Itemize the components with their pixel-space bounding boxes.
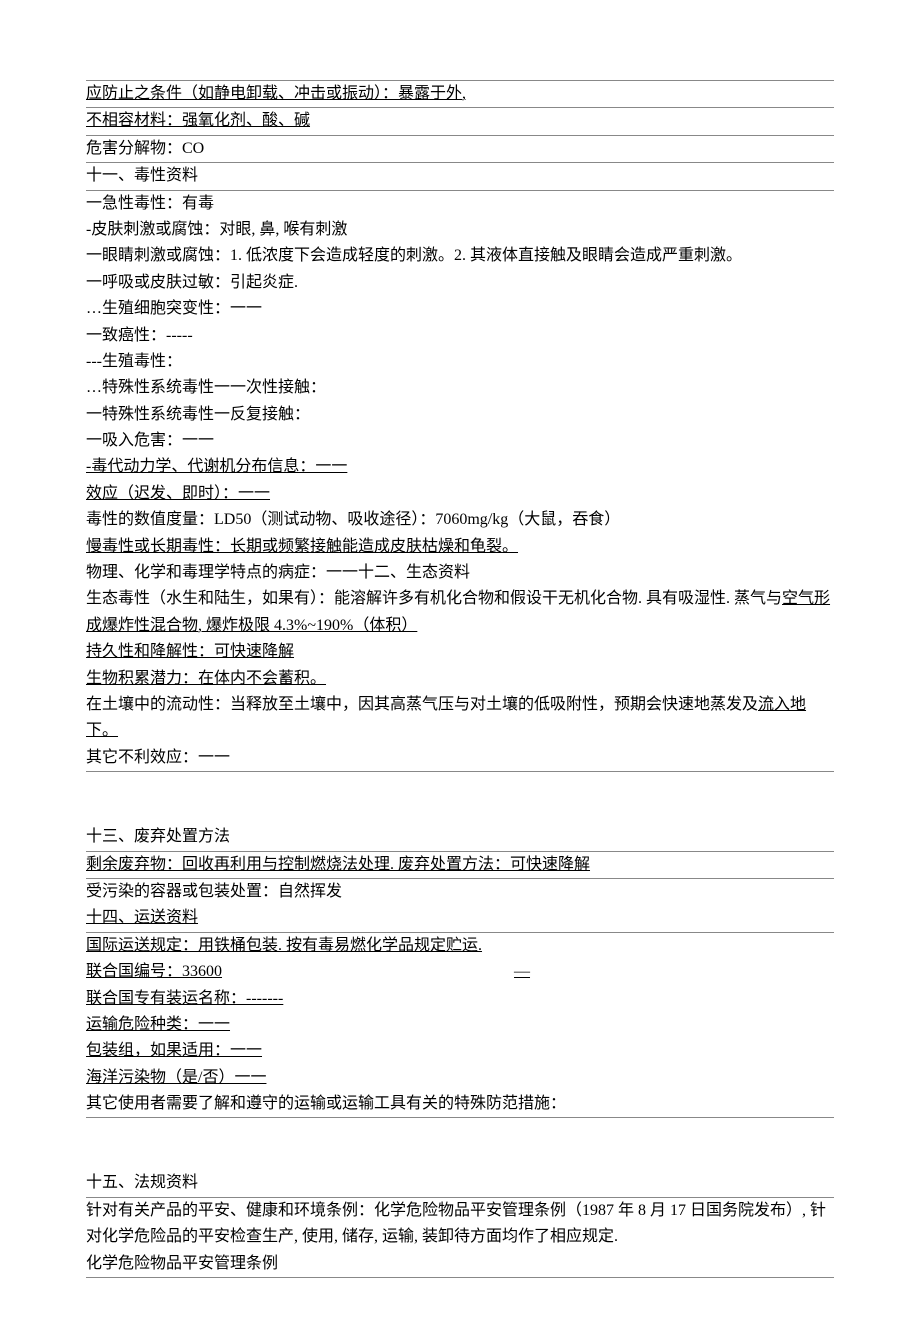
- text-segment: —: [514, 963, 530, 980]
- text-line: 剩余废弃物：回收再利用与控制燃烧法处理. 废弃处置方法：可快速降解: [86, 852, 834, 878]
- text-segment: 受污染的容器或包装处置：自然挥发: [86, 883, 342, 900]
- text-segment: 毒性的数值度量：LD50（测试动物、吸收途径）：7060mg/kg（大鼠，吞食）: [86, 511, 620, 528]
- text-line: 十四、运送资料: [86, 905, 834, 931]
- text-segment: 海洋污染物（是/否）一一: [86, 1069, 266, 1086]
- document-content: 应防止之条件（如静电卸载、冲击或振动）：暴露于外, 不相容材料：强氧化剂、酸、碱危…: [86, 80, 834, 1278]
- text-line: -毒代动力学、代谢机分布信息：一一: [86, 454, 834, 480]
- text-line: 持久性和降解性：可快速降解: [86, 639, 834, 665]
- text-segment: [222, 963, 514, 980]
- text-segment: 剩余废弃物：回收再利用与控制燃烧法处理. 废弃处置方法：可快速降解: [86, 856, 590, 873]
- text-segment: -毒代动力学、代谢机分布信息：一一: [86, 458, 347, 475]
- text-segment: 一吸入危害：一一: [86, 432, 214, 449]
- text-line: 国际运送规定：用铁桶包装. 按有毒易燃化学品规定贮运.: [86, 933, 834, 959]
- text-line: 针对有关产品的平安、健康和环境条例：化学危险物品平安管理条例（1987 年 8 …: [86, 1198, 834, 1251]
- text-segment: 慢毒性或长期毒性：长期或频繁接触能造成皮肤枯燥和龟裂。: [86, 538, 518, 555]
- blank-line: [86, 1144, 834, 1170]
- text-segment: 包装组，如果适用：一一: [86, 1042, 262, 1059]
- text-segment: 物理、化学和毒理学特点的病症：一一十二、生态资料: [86, 564, 470, 581]
- text-line: …特殊性系统毒性一一次性接触：: [86, 375, 834, 401]
- text-line: 生态毒性（水生和陆生，如果有）：能溶解许多有机化合物和假设干无机化合物. 具有吸…: [86, 586, 834, 639]
- blank-line: [86, 772, 834, 798]
- text-line: 十一、毒性资料: [86, 163, 834, 189]
- text-line: 其它使用者需要了解和遵守的运输或运输工具有关的特殊防范措施：: [86, 1091, 834, 1117]
- text-line: 在土壤中的流动性：当释放至土壤中，因其高蒸气压与对土壤的低吸附性，预期会快速地蒸…: [86, 692, 834, 745]
- text-line: 一呼吸或皮肤过敏：引起炎症.: [86, 270, 834, 296]
- text-segment: 一致癌性：-----: [86, 327, 193, 344]
- text-segment: 运输危险种类：一一: [86, 1016, 230, 1033]
- text-line: 不相容材料：强氧化剂、酸、碱: [86, 108, 834, 134]
- text-segment: 十一、毒性资料: [86, 167, 198, 184]
- text-line: 包装组，如果适用：一一: [86, 1038, 834, 1064]
- text-line: 一致癌性：-----: [86, 323, 834, 349]
- text-line: 运输危险种类：一一: [86, 1012, 834, 1038]
- text-line: 其它不利效应：一一: [86, 745, 834, 771]
- text-segment: 一眼睛刺激或腐蚀：1. 低浓度下会造成轻度的刺激。2. 其液体直接触及眼睛会造成…: [86, 247, 742, 264]
- text-segment: -皮肤刺激或腐蚀：对眼, 鼻, 喉有刺激: [86, 221, 347, 238]
- text-line: 十五、法规资料: [86, 1170, 834, 1196]
- text-line: 毒性的数值度量：LD50（测试动物、吸收途径）：7060mg/kg（大鼠，吞食）: [86, 507, 834, 533]
- text-segment: 一呼吸或皮肤过敏：引起炎症.: [86, 274, 298, 291]
- text-segment: 生态毒性（水生和陆生，如果有）：能溶解许多有机化合物和假设干无机化合物. 具有吸…: [86, 590, 782, 607]
- text-line: …生殖细胞突变性：一一: [86, 296, 834, 322]
- text-line: 联合国编号：33600 —: [86, 959, 834, 985]
- text-segment: ---生殖毒性：: [86, 353, 182, 370]
- text-segment: 生物积累潜力：在体内不会蓄积。: [86, 670, 326, 687]
- text-segment: 联合国编号：33600: [86, 963, 222, 980]
- text-segment: 针对有关产品的平安、健康和环境条例：化学危险物品平安管理条例（1987 年 8 …: [86, 1202, 826, 1245]
- document-page: 应防止之条件（如静电卸载、冲击或振动）：暴露于外, 不相容材料：强氧化剂、酸、碱危…: [0, 0, 920, 1318]
- text-segment: 危害分解物：CO: [86, 140, 204, 157]
- text-line: 效应（迟发、即时）：一一: [86, 481, 834, 507]
- text-line: 联合国专有装运名称：-------: [86, 986, 834, 1012]
- text-segment: 十四、运送资料: [86, 909, 198, 926]
- text-line: 十三、废弃处置方法: [86, 824, 834, 850]
- text-line: -皮肤刺激或腐蚀：对眼, 鼻, 喉有刺激: [86, 217, 834, 243]
- text-segment: 应防止之条件（如静电卸载、冲击或振动）：暴露于外,: [86, 85, 466, 102]
- blank-line: [86, 798, 834, 824]
- text-segment: 其它不利效应：一一: [86, 749, 230, 766]
- text-segment: …特殊性系统毒性一一次性接触：: [86, 379, 326, 396]
- text-line: 一特殊性系统毒性一反复接触：: [86, 402, 834, 428]
- text-line: 慢毒性或长期毒性：长期或频繁接触能造成皮肤枯燥和龟裂。: [86, 534, 834, 560]
- text-segment: 效应（迟发、即时）：一一: [86, 485, 270, 502]
- text-line: 一急性毒性：有毒: [86, 191, 834, 217]
- text-segment: 一急性毒性：有毒: [86, 195, 214, 212]
- text-segment: 联合国专有装运名称：-------: [86, 990, 283, 1007]
- text-line: 海洋污染物（是/否）一一: [86, 1065, 834, 1091]
- text-segment: 其它使用者需要了解和遵守的运输或运输工具有关的特殊防范措施：: [86, 1095, 566, 1112]
- text-segment: 十五、法规资料: [86, 1174, 198, 1191]
- text-segment: 化学危险物品平安管理条例: [86, 1255, 278, 1272]
- text-segment: 一特殊性系统毒性一反复接触：: [86, 406, 310, 423]
- text-segment: 十三、废弃处置方法: [86, 828, 230, 845]
- text-line: ---生殖毒性：: [86, 349, 834, 375]
- divider: [86, 1277, 834, 1278]
- blank-line: [86, 1118, 834, 1144]
- text-segment: …生殖细胞突变性：一一: [86, 300, 262, 317]
- text-line: 应防止之条件（如静电卸载、冲击或振动）：暴露于外,: [86, 81, 834, 107]
- text-segment: 不相容材料：强氧化剂、酸、碱: [86, 112, 310, 129]
- text-segment: 国际运送规定：用铁桶包装. 按有毒易燃化学品规定贮运.: [86, 937, 482, 954]
- text-line: 一吸入危害：一一: [86, 428, 834, 454]
- text-line: 化学危险物品平安管理条例: [86, 1251, 834, 1277]
- text-line: 一眼睛刺激或腐蚀：1. 低浓度下会造成轻度的刺激。2. 其液体直接触及眼睛会造成…: [86, 243, 834, 269]
- text-segment: 持久性和降解性：可快速降解: [86, 643, 294, 660]
- text-line: 受污染的容器或包装处置：自然挥发: [86, 879, 834, 905]
- text-line: 物理、化学和毒理学特点的病症：一一十二、生态资料: [86, 560, 834, 586]
- text-line: 生物积累潜力：在体内不会蓄积。: [86, 666, 834, 692]
- text-segment: 在土壤中的流动性：当释放至土壤中，因其高蒸气压与对土壤的低吸附性，预期会快速地蒸…: [86, 696, 758, 713]
- text-line: 危害分解物：CO: [86, 136, 834, 162]
